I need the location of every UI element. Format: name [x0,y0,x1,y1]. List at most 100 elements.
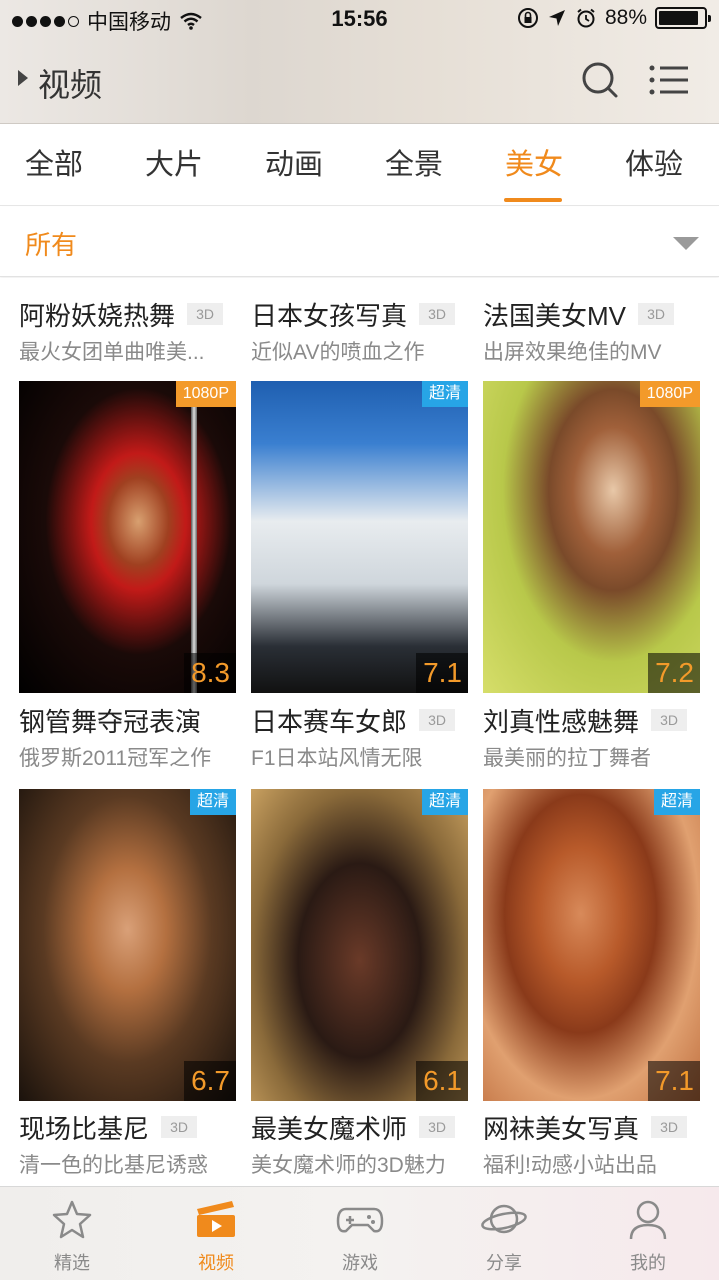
category-tabs: 全部 大片 动画 全景 美女 体验 [0,124,719,206]
card-title-row: 日本女孩写真 3D [251,296,491,332]
quality-badge: 1080P [639,381,700,407]
header: 中国移动 15:56 88% 视频 [0,0,719,124]
search-icon [582,62,618,98]
tab-animation[interactable]: 动画 [234,124,354,206]
video-card[interactable]: 超清 7.1 日本赛车女郎 3D F1日本站风情无限 [251,381,468,783]
video-title: 阿粉妖娆热舞 [19,300,176,331]
tabbar-label: 游戏 [342,1253,378,1273]
active-tab-indicator [504,198,562,202]
gamepad-icon [336,1207,384,1233]
star-icon [52,1200,92,1239]
user-icon [629,1200,667,1240]
video-subtitle: 最美丽的拉丁舞者 [483,747,651,770]
tab-beauty[interactable]: 美女 [474,124,594,206]
video-subtitle: 出屏效果绝佳的MV [483,341,662,364]
card-title-row: 阿粉妖娆热舞 3D [19,296,259,332]
card-title-row: 网袜美女写真 3D [483,1109,719,1145]
video-card[interactable]: 超清 6.7 现场比基尼 3D 清一色的比基尼诱惑 [19,789,236,1185]
tag-3d: 3D [419,709,456,731]
tag-3d: 3D [187,303,224,325]
video-card[interactable]: 1080P 8.3 钢管舞夺冠表演 俄罗斯2011冠军之作 [19,381,236,783]
video-thumbnail: 1080P 7.2 [483,381,700,693]
rating-score: 6.7 [184,1061,236,1101]
rating-score: 7.1 [648,1061,700,1101]
card-title-row: 日本赛车女郎 3D [251,702,491,738]
video-thumbnail: 超清 6.7 [19,789,236,1101]
tabbar-label: 我的 [630,1253,666,1273]
rating-score: 7.1 [416,653,468,693]
page-title: 视频 [38,67,103,103]
expand-triangle-icon[interactable] [18,70,28,86]
tag-3d: 3D [419,1116,456,1138]
location-icon [548,10,565,26]
video-title: 刘真性感魅舞 [483,706,640,737]
video-title: 法国美女MV [483,300,627,331]
video-card[interactable]: 法国美女MV 3D 出屏效果绝佳的MV [483,278,700,364]
video-card[interactable]: 1080P 7.2 刘真性感魅舞 3D 最美丽的拉丁舞者 [483,381,700,783]
video-subtitle: 福利!动感小站出品 [483,1154,657,1177]
filter-dropdown[interactable]: 所有 [0,207,719,277]
tabbar-label: 分享 [486,1253,522,1273]
video-title: 日本女孩写真 [251,300,408,331]
battery-percent: 88% [604,6,647,29]
video-subtitle: 最火女团单曲唯美... [19,341,205,364]
filter-selected-label: 所有 [25,230,78,260]
quality-badge: 超清 [421,789,468,815]
video-subtitle: 美女魔术师的3D魅力 [251,1154,446,1177]
tag-3d: 3D [651,709,688,731]
video-subtitle: 俄罗斯2011冠军之作 [19,747,212,770]
tag-3d: 3D [419,303,456,325]
bottom-tab-bar: 精选 视频 游戏 分享 我的 [0,1186,719,1280]
video-card[interactable]: 日本女孩写真 3D 近似AV的喷血之作 [251,278,468,364]
dropdown-caret-icon [673,237,699,250]
tab-experience[interactable]: 体验 [594,124,714,206]
tabbar-item-featured[interactable]: 精选 [0,1187,144,1280]
search-button[interactable] [580,60,620,100]
tag-3d: 3D [638,303,675,325]
tabbar-item-games[interactable]: 游戏 [288,1187,432,1280]
video-title: 日本赛车女郎 [251,706,408,737]
rotation-lock-icon [517,8,538,28]
video-card[interactable]: 超清 6.1 最美女魔术师 3D 美女魔术师的3D魅力 [251,789,468,1185]
rating-score: 7.2 [648,653,700,693]
battery-level-fill [659,11,698,25]
video-subtitle: 清一色的比基尼诱惑 [19,1154,208,1177]
video-thumbnail: 1080P 8.3 [19,381,236,693]
status-right: 88% [517,6,711,30]
app-root: 中国移动 15:56 88% 视频 全部 大片 动画 全景 美女 体验 所有 阿… [0,0,719,1280]
rating-score: 8.3 [184,653,236,693]
card-title-row: 钢管舞夺冠表演 [19,702,259,738]
quality-badge: 超清 [421,381,468,407]
title-bar: 视频 [0,48,719,116]
video-title: 网袜美女写真 [483,1113,640,1144]
quality-badge: 1080P [175,381,236,407]
video-subtitle: 近似AV的喷血之作 [251,341,425,364]
video-subtitle: F1日本站风情无限 [251,747,423,770]
menu-button[interactable] [648,60,690,100]
card-title-row: 最美女魔术师 3D [251,1109,491,1145]
video-thumbnail: 超清 7.1 [251,381,468,693]
tab-blockbuster[interactable]: 大片 [114,124,234,206]
video-thumbnail: 超清 7.1 [483,789,700,1101]
video-card[interactable]: 阿粉妖娆热舞 3D 最火女团单曲唯美... [19,278,236,364]
tag-3d: 3D [161,1116,198,1138]
video-title: 钢管舞夺冠表演 [19,706,202,737]
video-grid: 阿粉妖娆热舞 3D 最火女团单曲唯美... 日本女孩写真 3D 近似AV的喷血之… [0,278,719,1185]
tag-3d: 3D [651,1116,688,1138]
tab-panorama[interactable]: 全景 [354,124,474,206]
tabbar-item-video[interactable]: 视频 [144,1187,288,1280]
video-title: 最美女魔术师 [251,1113,408,1144]
planet-icon [481,1204,527,1234]
video-icon [197,1201,235,1237]
tabbar-item-mine[interactable]: 我的 [576,1187,719,1280]
quality-badge: 超清 [189,789,236,815]
alarm-icon [577,8,595,28]
video-card[interactable]: 超清 7.1 网袜美女写真 3D 福利!动感小站出品 [483,789,700,1185]
tab-all[interactable]: 全部 [0,124,114,206]
card-title-row: 法国美女MV 3D [483,296,719,332]
menu-icon [649,65,688,95]
tabbar-item-share[interactable]: 分享 [432,1187,576,1280]
battery-icon [655,7,711,29]
card-title-row: 刘真性感魅舞 3D [483,702,719,738]
tabbar-label: 视频 [198,1253,234,1273]
